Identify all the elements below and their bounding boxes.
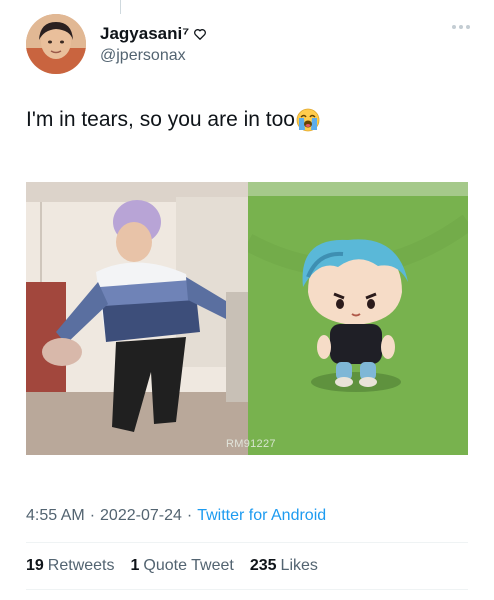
tweet-text-content: I'm in tears, so you are in too	[26, 108, 295, 131]
tweet-text: I'm in tears, so you are in too	[26, 108, 320, 132]
person-dancing-image	[26, 182, 248, 455]
retweets-stat[interactable]: 19 Retweets	[26, 557, 115, 575]
tweet-source-link[interactable]: Twitter for Android	[197, 507, 326, 525]
likes-count: 235	[249, 557, 277, 574]
tweet-time[interactable]: 4:55 AM	[26, 507, 85, 525]
heart-outline-icon	[194, 29, 207, 40]
quotes-stat[interactable]: 1 Quote Tweet	[131, 557, 234, 575]
media-watermark: RM91227	[226, 438, 276, 450]
tweet-metadata: 4:55 AM · 2022-07-24 · Twitter for Andro…	[26, 507, 326, 525]
quotes-count: 1	[130, 557, 140, 574]
meta-separator: ·	[89, 507, 96, 524]
author-name-row[interactable]: Jagyasani⁷	[100, 24, 207, 44]
quotes-label: Quote Tweet	[143, 557, 234, 574]
chibi-character-image	[248, 182, 468, 455]
divider	[26, 542, 468, 543]
loudly-crying-face-icon	[296, 108, 320, 132]
likes-label: Likes	[280, 557, 318, 574]
author-handle[interactable]: @jpersonax	[100, 47, 186, 65]
retweets-label: Retweets	[47, 557, 115, 574]
media-panel-character	[248, 182, 468, 455]
avatar[interactable]	[26, 14, 86, 74]
engagement-stats: 19 Retweets 1 Quote Tweet 235 Likes	[26, 557, 318, 575]
divider	[26, 589, 468, 590]
meta-separator: ·	[186, 507, 193, 524]
likes-stat[interactable]: 235 Likes	[250, 557, 318, 575]
media-panel-person	[26, 182, 248, 455]
thread-connector-line	[120, 0, 121, 14]
more-options-icon[interactable]	[452, 22, 474, 32]
tweet-date[interactable]: 2022-07-24	[100, 507, 182, 525]
tweet-media[interactable]: RM91227	[26, 182, 468, 455]
retweets-count: 19	[26, 557, 44, 574]
display-name[interactable]: Jagyasani⁷	[100, 24, 189, 44]
avatar-image	[26, 14, 86, 74]
